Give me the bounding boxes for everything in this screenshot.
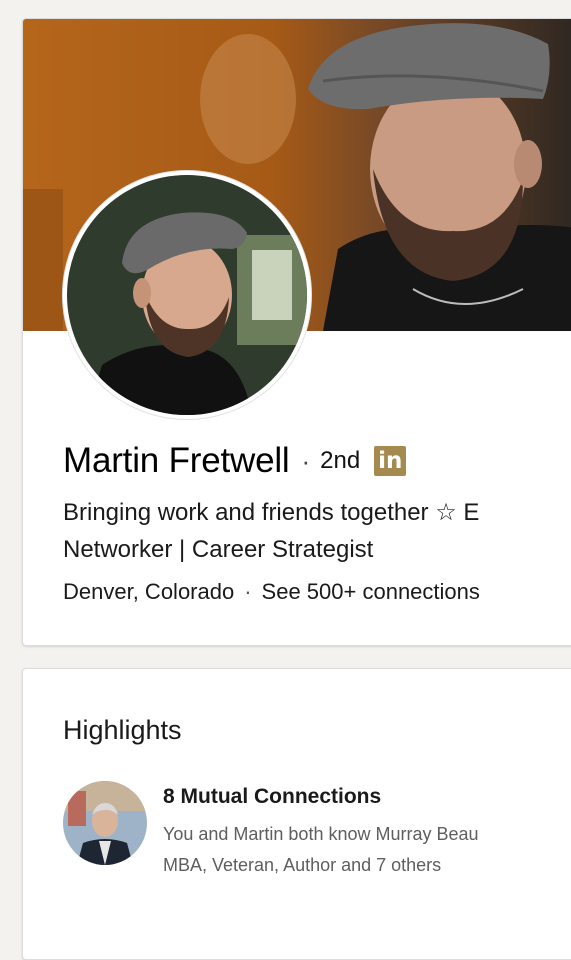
highlights-card: Highlights 8 Mutual Connections You and … — [22, 668, 571, 960]
profile-avatar[interactable] — [63, 171, 311, 419]
profile-location: Denver, Colorado — [63, 579, 235, 604]
profile-name-row: Martin Fretwell · 2nd in — [63, 441, 407, 481]
mutual-line-2: MBA, Veteran, Author and 7 others — [163, 855, 442, 875]
profile-meta: Denver, Colorado · See 500+ connections — [63, 579, 480, 605]
profile-headline: Bringing work and friends together ☆ E N… — [63, 494, 479, 568]
meta-separator: · — [244, 579, 252, 604]
headline-line-2: Networker | Career Strategist — [63, 536, 374, 563]
mutual-connections-description: You and Martin both know Murray Beau MBA… — [163, 819, 479, 881]
mutual-connection-avatar[interactable] — [63, 781, 147, 865]
see-connections-link[interactable]: See 500+ connections — [262, 579, 480, 605]
mutual-line-1: You and Martin both know Murray Beau — [163, 824, 479, 844]
connection-degree: 2nd — [320, 447, 361, 474]
highlights-title: Highlights — [63, 715, 182, 745]
headline-line-1: Bringing work and friends together ☆ E — [63, 499, 480, 526]
profile-name: Martin Fretwell — [63, 441, 290, 480]
linkedin-in-icon: in — [374, 446, 407, 476]
profile-card: Martin Fretwell · 2nd in Bringing work a… — [22, 18, 571, 646]
mutual-connections-title[interactable]: 8 Mutual Connections — [163, 785, 381, 809]
name-separator: · — [301, 445, 311, 476]
